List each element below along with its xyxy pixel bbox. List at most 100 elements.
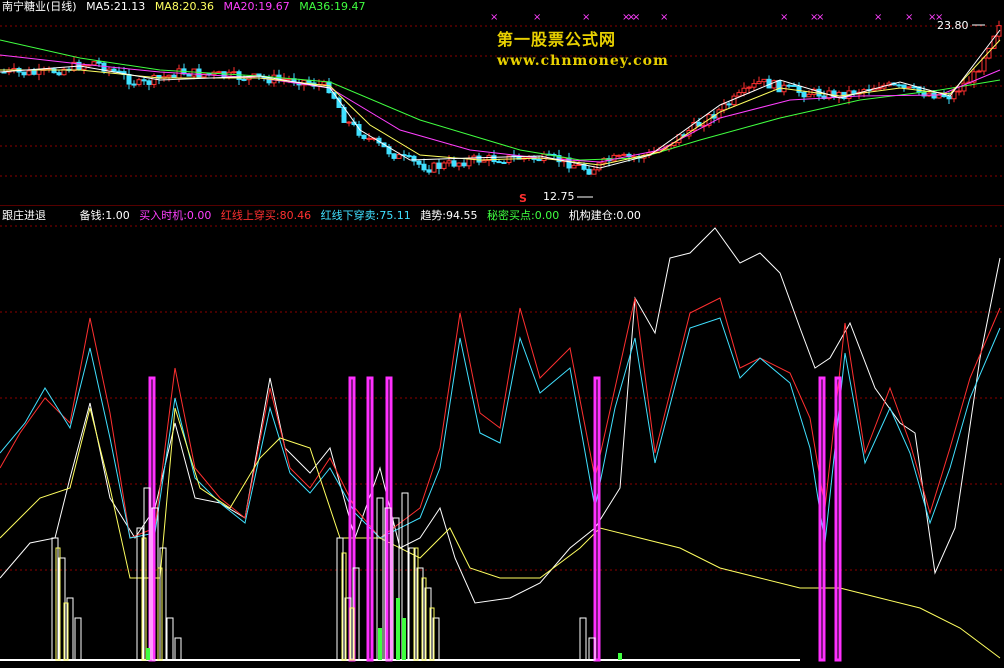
candle-body — [976, 70, 982, 73]
candle-body — [131, 83, 137, 86]
signal-x-mark: × — [874, 12, 882, 23]
candle-body — [796, 85, 802, 93]
reserve-bar — [174, 637, 182, 661]
candle-body — [501, 161, 507, 164]
candle-body — [461, 162, 467, 167]
candle-body — [731, 95, 737, 106]
candle-body — [231, 71, 237, 74]
price-panel[interactable]: × × × × × × × × × × × × × × 南宁糖业(日线) MA5:21.13 MA8:20… — [0, 0, 1004, 206]
candle-body — [26, 70, 32, 76]
candle-body — [911, 86, 917, 89]
indicator-panel[interactable]: 跟庄进退 备钱:1.00 买入时机:0.00 红线上穿买:80.46 红线下穿卖… — [0, 208, 1004, 668]
candle-body — [91, 61, 97, 66]
secret-buy-bar — [378, 628, 382, 660]
candle-body — [456, 162, 462, 167]
candle-body — [116, 70, 122, 73]
candle-body — [421, 163, 427, 171]
candle-body — [751, 83, 757, 88]
candle-body — [96, 61, 102, 64]
candle-body — [586, 168, 592, 175]
signal-x-mark: × — [582, 12, 590, 23]
buy-timing-bar — [366, 376, 374, 662]
candle-body — [981, 57, 987, 72]
price-header: 南宁糖业(日线) MA5:21.13 MA8:20.36 MA20:19.67 … — [2, 1, 371, 13]
stock-title: 南宁糖业(日线) — [2, 0, 77, 13]
candle-body — [736, 92, 742, 97]
low-price-label: 12.75 — [543, 190, 575, 203]
candle-body — [431, 162, 437, 173]
secret-buy-bar — [146, 648, 150, 660]
candle-body — [761, 78, 767, 83]
candle-body — [146, 80, 152, 85]
signal-x-mark: × — [490, 12, 498, 23]
signal-x-mark: × — [905, 12, 913, 23]
candle-body — [451, 160, 457, 167]
candle-body — [621, 153, 627, 156]
candle-body — [956, 90, 962, 93]
candle-body — [361, 134, 367, 140]
candle-body — [241, 78, 247, 81]
candle-body — [746, 86, 752, 89]
candle-body — [896, 84, 902, 87]
candle-body — [901, 84, 907, 89]
candle-body — [741, 87, 747, 94]
candle-body — [571, 164, 577, 169]
candle-body — [126, 74, 132, 85]
candle-body — [616, 154, 622, 157]
secret-buy-bar — [618, 653, 622, 660]
watermark-url: www.chnmoney.com — [497, 53, 669, 69]
ma5-line — [0, 29, 1001, 169]
reserve-bar — [74, 617, 82, 661]
candle-body — [786, 84, 792, 87]
buy-timing-bar — [593, 376, 601, 662]
high-price-label: 23.80 — [937, 19, 969, 32]
candle-body — [481, 160, 487, 163]
watermark-title: 第一股票公式网 — [497, 30, 617, 49]
secret-buy-bar — [396, 598, 400, 660]
candle-body — [801, 91, 807, 98]
candle-body — [496, 161, 502, 164]
candle-body — [141, 79, 147, 82]
candle-body — [591, 169, 597, 175]
reserve-bar — [579, 617, 587, 661]
candle-body — [806, 93, 812, 98]
candle-body — [596, 162, 602, 171]
signal-x-mark: × — [816, 12, 824, 23]
candle-body — [56, 72, 62, 76]
secret-buy-bar — [402, 618, 406, 660]
candle-body — [776, 80, 782, 93]
candle-body — [436, 162, 442, 169]
candle-body — [791, 84, 797, 87]
signal-x-mark: × — [533, 12, 541, 23]
candle-body — [196, 68, 202, 78]
signal-x-mark: × — [632, 12, 640, 23]
reserve-bar — [51, 537, 59, 661]
candle-body — [446, 160, 452, 164]
candle-body — [756, 81, 762, 85]
candle-body — [111, 68, 117, 72]
candle-body — [906, 86, 912, 89]
buy-timing-bar — [818, 376, 826, 662]
candle-body — [396, 154, 402, 159]
ma5-value: MA5:21.13 — [86, 0, 146, 13]
candle-body — [366, 137, 372, 140]
candle-body — [31, 70, 37, 75]
buy-timing-bar — [385, 376, 393, 662]
candle-body — [216, 71, 222, 74]
candle-body — [406, 155, 412, 158]
candle-body — [476, 155, 482, 163]
candle-body — [536, 158, 542, 162]
candle-body — [426, 169, 432, 173]
candle-body — [946, 96, 952, 100]
signal-x-mark: × — [660, 12, 668, 23]
candle-body — [416, 160, 422, 165]
candle-body — [346, 121, 352, 124]
ma20-value: MA20:19.67 — [223, 0, 290, 13]
indicator-chart[interactable] — [0, 208, 1004, 668]
ma8-value: MA8:20.36 — [154, 0, 215, 13]
candle-body — [491, 155, 497, 163]
candle-body — [51, 68, 57, 74]
candle-body — [166, 74, 172, 78]
candle-body — [21, 71, 27, 76]
candle-body — [321, 81, 327, 86]
